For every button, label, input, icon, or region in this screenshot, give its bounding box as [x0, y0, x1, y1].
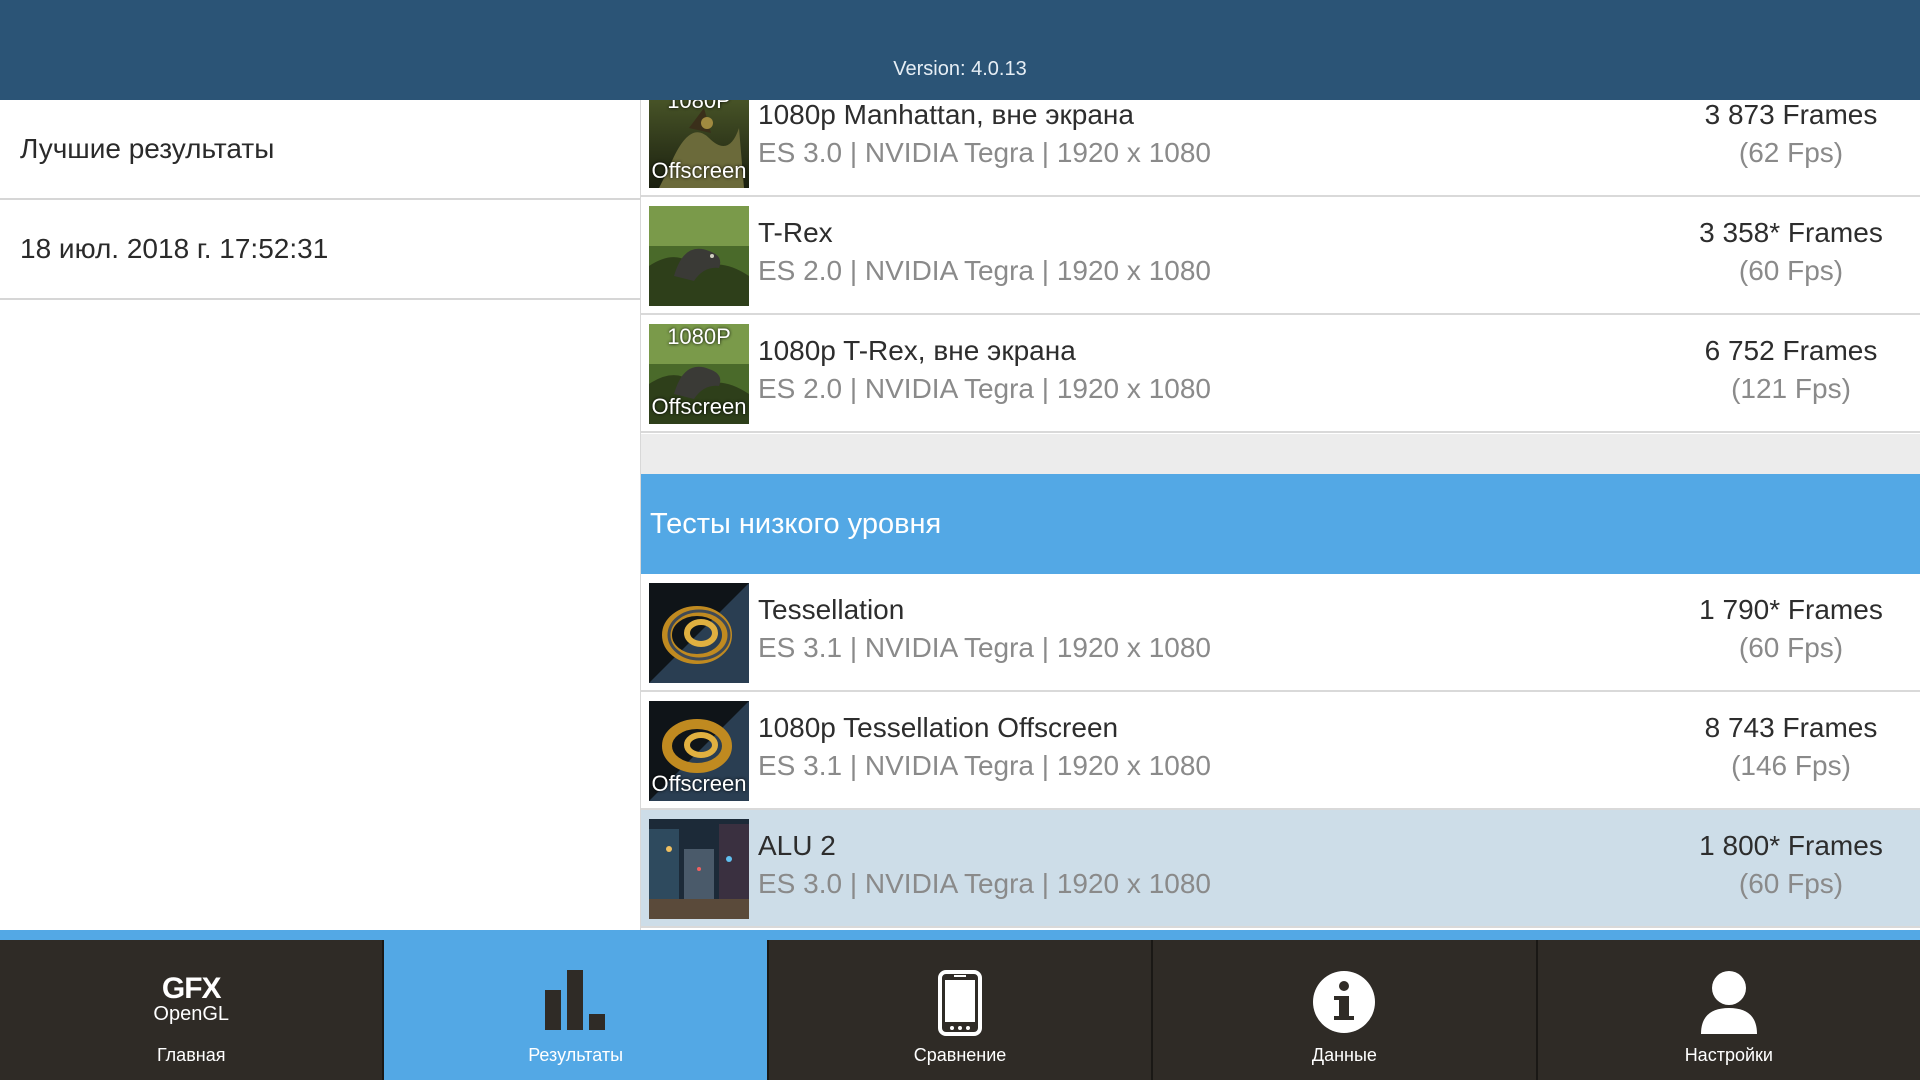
result-row-trex[interactable]: T-Rex ES 2.0 | NVIDIA Tegra | 1920 x 108…: [641, 197, 1920, 315]
gfx-logo-text: GFX: [161, 972, 222, 1005]
test-name: ALU 2: [758, 830, 836, 861]
test-name: 1080p Manhattan, вне экрана: [758, 100, 1134, 130]
tessellation-offscreen-thumbnail: Offscreen: [649, 701, 749, 801]
trex-thumbnail: [649, 206, 749, 306]
tab-home[interactable]: GFX OpenGL Главная: [0, 940, 385, 1080]
test-name: 1080p T-Rex, вне экрана: [758, 335, 1076, 366]
section-gap: [641, 434, 1920, 474]
phone-icon: [938, 970, 983, 1041]
test-fps: (62 Fps): [1738, 137, 1844, 168]
thumb-top-caption: 1080P: [667, 100, 731, 113]
test-frames: 3 358* Frames: [1699, 217, 1883, 248]
test-name: T-Rex: [758, 217, 833, 248]
test-details: ES 3.0 | NVIDIA Tegra | 1920 x 1080: [758, 868, 1211, 899]
thumb-bottom-caption: Offscreen: [651, 771, 747, 796]
result-row-trex-offscreen[interactable]: 1080P Offscreen 1080p T-Rex, вне экрана …: [641, 315, 1920, 433]
tab-compare[interactable]: Сравнение: [769, 940, 1154, 1080]
bottom-navigation: GFX OpenGL Главная Результаты Сравнение …: [0, 940, 1920, 1080]
tab-label: Главная: [156, 1045, 226, 1065]
test-fps: (60 Fps): [1738, 255, 1844, 286]
opengl-logo-text: OpenGL: [153, 1003, 229, 1025]
tab-label: Результаты: [528, 1045, 624, 1065]
alu2-thumbnail: [649, 819, 749, 919]
test-fps: (121 Fps): [1731, 373, 1851, 404]
gfx-logo-icon: GFX OpenGL: [141, 972, 241, 1025]
test-fps: (60 Fps): [1738, 632, 1844, 663]
test-details: ES 2.0 | NVIDIA Tegra | 1920 x 1080: [758, 255, 1211, 286]
tab-label: Настройки: [1684, 1045, 1773, 1065]
app-header: Version: 4.0.13: [0, 0, 1920, 100]
test-name: 1080p Tessellation Offscreen: [758, 712, 1119, 743]
trex-offscreen-thumbnail: 1080P Offscreen: [649, 324, 749, 424]
test-frames: 3 873 Frames: [1704, 100, 1878, 130]
best-results-item[interactable]: Лучшие результаты: [0, 100, 640, 200]
section-header-low-level: Тесты низкого уровня: [641, 474, 1920, 574]
user-icon: [1699, 970, 1759, 1039]
test-details: ES 3.1 | NVIDIA Tegra | 1920 x 1080: [758, 750, 1211, 781]
thumb-top-caption: 1080P: [667, 324, 731, 349]
tab-info[interactable]: Данные: [1153, 940, 1538, 1080]
test-frames: 1 790* Frames: [1699, 594, 1883, 625]
test-details: ES 2.0 | NVIDIA Tegra | 1920 x 1080: [758, 373, 1211, 404]
thumb-bottom-caption: Offscreen: [651, 394, 747, 419]
tab-settings[interactable]: Настройки: [1538, 940, 1920, 1080]
results-list[interactable]: 1080P Offscreen 1080p Manhattan, вне экр…: [641, 100, 1920, 930]
result-date-item[interactable]: 18 июл. 2018 г. 17:52:31: [0, 200, 640, 300]
tessellation-thumbnail: [649, 583, 749, 683]
tab-results[interactable]: Результаты: [384, 940, 769, 1080]
result-row-tessellation-offscreen[interactable]: Offscreen 1080p Tessellation Offscreen E…: [641, 692, 1920, 810]
test-frames: 1 800* Frames: [1699, 830, 1883, 861]
thumb-bottom-caption: Offscreen: [651, 158, 747, 183]
tab-label: Данные: [1311, 1045, 1377, 1065]
manhattan-thumbnail: 1080P Offscreen: [649, 100, 749, 188]
left-panel: Лучшие результаты 18 июл. 2018 г. 17:52:…: [0, 100, 642, 930]
test-frames: 8 743 Frames: [1704, 712, 1878, 743]
test-name: Tessellation: [758, 594, 905, 625]
tab-label: Сравнение: [913, 1045, 1007, 1065]
result-row-tessellation[interactable]: Tessellation ES 3.1 | NVIDIA Tegra | 192…: [641, 574, 1920, 692]
test-frames: 6 752 Frames: [1704, 335, 1878, 366]
result-row-manhattan-offscreen[interactable]: 1080P Offscreen 1080p Manhattan, вне экр…: [641, 100, 1920, 197]
test-details: ES 3.1 | NVIDIA Tegra | 1920 x 1080: [758, 632, 1211, 663]
nav-accent-line: [0, 930, 1920, 940]
info-icon: [1312, 970, 1376, 1039]
test-details: ES 3.0 | NVIDIA Tegra | 1920 x 1080: [758, 137, 1211, 168]
result-row-alu2[interactable]: ALU 2 ES 3.0 | NVIDIA Tegra | 1920 x 108…: [641, 810, 1920, 928]
bar-chart-icon: [543, 968, 609, 1037]
test-fps: (146 Fps): [1731, 750, 1851, 781]
test-fps: (60 Fps): [1738, 868, 1844, 899]
version-label: Version: 4.0.13: [893, 58, 1027, 80]
